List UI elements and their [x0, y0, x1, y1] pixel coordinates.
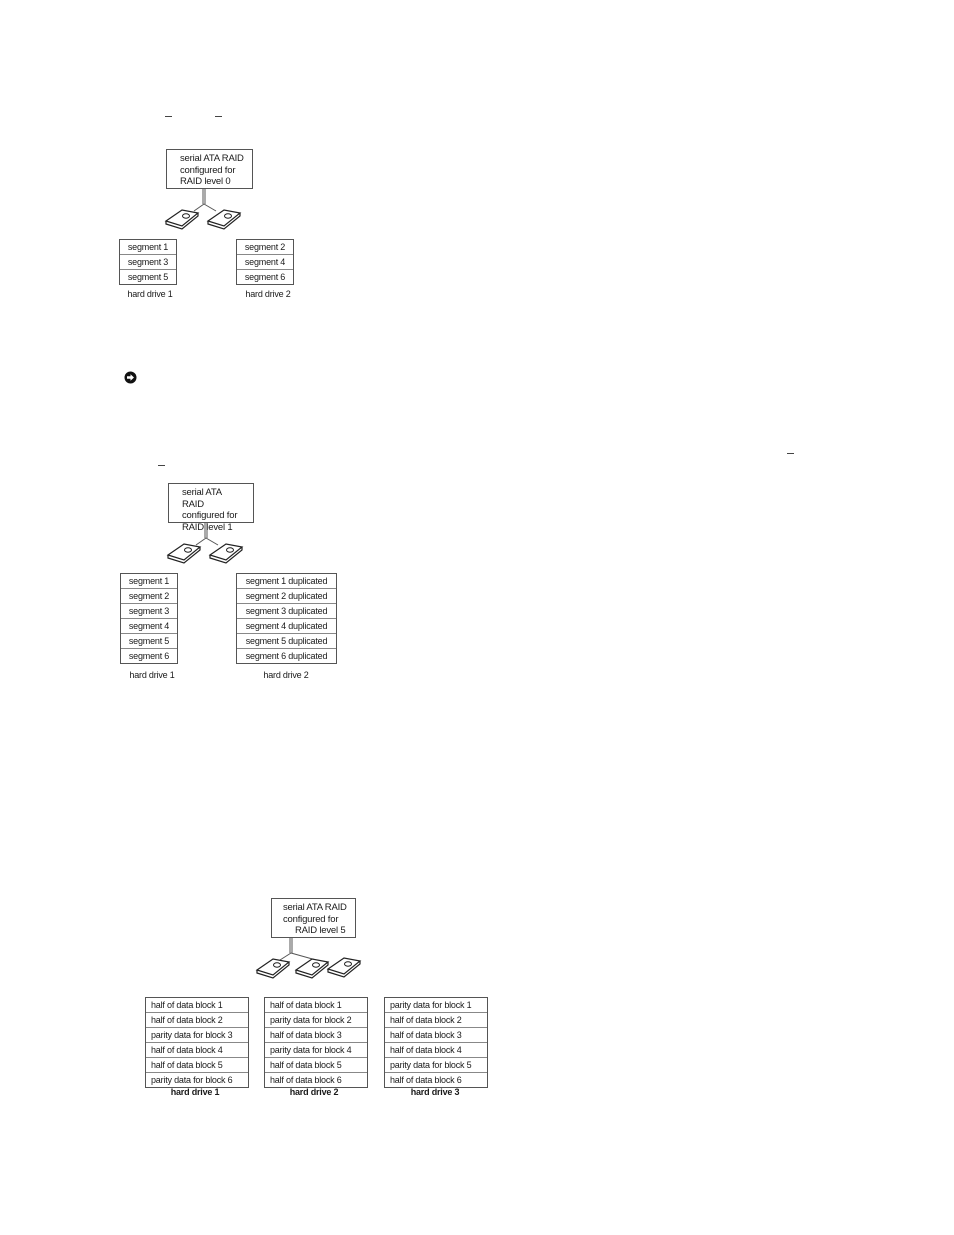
segment-row: segment 5	[120, 269, 176, 284]
segment-row: segment 3	[120, 254, 176, 269]
raid0-config-box: serial ATA RAID configured for RAID leve…	[166, 149, 253, 189]
hard-drive-icon	[206, 209, 242, 230]
config-line: configured for	[283, 913, 339, 925]
raid0-drive1-segments: segment 1 segment 3 segment 5	[119, 239, 177, 285]
raid0-drive2-segments: segment 2 segment 4 segment 6	[236, 239, 294, 285]
block-row: half of data block 5	[146, 1057, 248, 1072]
cable-icon	[193, 189, 217, 212]
config-line: RAID level 5	[295, 925, 346, 936]
raid5-drive2-blocks: half of data block 1 parity data for blo…	[264, 997, 368, 1088]
block-row: half of data block 3	[385, 1027, 487, 1042]
raid1-drive1-segments: segment 1 segment 2 segment 3 segment 4 …	[120, 573, 178, 664]
segment-row: segment 6 duplicated	[237, 648, 336, 663]
raid5-config-box: serial ATA RAID configured for RAID leve…	[271, 898, 356, 938]
block-row: half of data block 1	[151, 1000, 223, 1010]
text-fragment-dash	[165, 116, 172, 117]
segment-row: segment 4	[237, 254, 293, 269]
segment-row: segment 4 duplicated	[237, 618, 336, 633]
config-line: configured for	[180, 164, 236, 176]
block-row: half of data block 4	[385, 1042, 487, 1057]
block-row: parity data for block 2	[265, 1012, 367, 1027]
block-row: half of data block 2	[146, 1012, 248, 1027]
block-row: parity data for block 5	[385, 1057, 487, 1072]
hard-drive-icon	[326, 957, 362, 978]
segment-row: segment 4	[121, 618, 177, 633]
segment-row: segment 6	[121, 648, 177, 663]
segment-row: segment 1	[127, 242, 169, 252]
block-row: parity data for block 3	[146, 1027, 248, 1042]
segment-row: segment 6	[237, 269, 293, 284]
raid1-config-box: serial ATA RAID configured for RAID leve…	[168, 483, 254, 533]
text-fragment-dash	[787, 453, 794, 454]
hard-drive-icon	[208, 543, 244, 564]
raid5-drive1-blocks: half of data block 1 half of data block …	[145, 997, 249, 1088]
config-line: configured for	[182, 510, 238, 521]
block-row: half of data block 6	[385, 1072, 487, 1087]
segment-row: segment 3	[121, 603, 177, 618]
segment-row: segment 2	[121, 588, 177, 603]
config-line: RAID level 0	[180, 176, 231, 187]
block-row: half of data block 4	[146, 1042, 248, 1057]
drive-label: hard drive 3	[410, 1087, 460, 1097]
drive-label: hard drive 2	[289, 1087, 339, 1097]
segment-row: segment 2	[244, 242, 286, 252]
config-line: serial ATA RAID	[180, 153, 244, 164]
hard-drive-icon	[164, 209, 200, 230]
segment-row: segment 5	[121, 633, 177, 648]
block-row: half of data block 1	[270, 1000, 342, 1010]
drive-label: hard drive 2	[263, 670, 309, 680]
notice-icon	[124, 371, 137, 384]
raid5-drive3-blocks: parity data for block 1 half of data blo…	[384, 997, 488, 1088]
raid0-drives-illustration	[164, 189, 242, 230]
raid5-drives-illustration	[255, 938, 362, 979]
text-fragment-dash	[215, 116, 222, 117]
segment-row: segment 3 duplicated	[237, 603, 336, 618]
segment-row: segment 2 duplicated	[237, 588, 336, 603]
block-row: half of data block 5	[265, 1057, 367, 1072]
hard-drive-icon	[166, 543, 202, 564]
hard-drive-icon	[294, 958, 330, 979]
block-row: parity data for block 4	[265, 1042, 367, 1057]
drive-label: hard drive 1	[129, 670, 175, 680]
cable-icon	[195, 523, 219, 546]
block-row: parity data for block 1	[390, 1000, 472, 1010]
drive-label: hard drive 1	[170, 1087, 220, 1097]
raid1-drives-illustration	[166, 523, 244, 564]
hard-drive-icon	[255, 958, 291, 979]
block-row: parity data for block 6	[146, 1072, 248, 1087]
drive-label: hard drive 2	[245, 289, 291, 299]
block-row: half of data block 3	[265, 1027, 367, 1042]
segment-row: segment 5 duplicated	[237, 633, 336, 648]
segment-row: segment 1 duplicated	[245, 576, 328, 586]
drive-label: hard drive 1	[127, 289, 173, 299]
block-row: half of data block 6	[265, 1072, 367, 1087]
cable-icon	[279, 938, 317, 961]
config-line: serial ATA RAID	[283, 902, 347, 913]
segment-row: segment 1	[128, 576, 170, 586]
raid1-drive2-segments: segment 1 duplicated segment 2 duplicate…	[236, 573, 337, 664]
config-line: serial ATA RAID	[182, 487, 222, 510]
text-fragment-dash	[158, 465, 165, 466]
block-row: half of data block 2	[385, 1012, 487, 1027]
